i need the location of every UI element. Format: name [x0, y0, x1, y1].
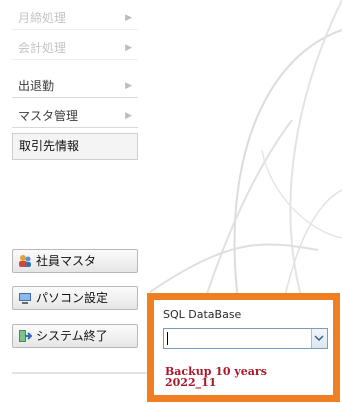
button-label: システム終了 — [36, 329, 108, 343]
app-window: 月締処理 ▶ 会計処理 ▶ 出退勤 ▶ マスタ管理 ▶ 取引先情報 社員マスタ — [0, 0, 342, 403]
chevron-right-icon: ▶ — [125, 13, 132, 23]
menu-item-label: 出退勤 — [18, 79, 55, 93]
button-label: 社員マスタ — [36, 254, 97, 268]
backup-note: Backup 10 years 2022_11 — [165, 366, 267, 388]
chevron-right-icon: ▶ — [125, 111, 132, 121]
dropdown-button[interactable] — [311, 329, 327, 348]
menu-item-attendance[interactable]: 出退勤 ▶ — [12, 74, 138, 98]
employee-master-button[interactable]: 社員マスタ — [12, 249, 138, 273]
menu-item-label: 取引先情報 — [19, 139, 80, 153]
database-select[interactable] — [163, 328, 328, 349]
people-icon — [19, 255, 31, 267]
text-caret — [167, 332, 168, 345]
menu-item-label: 会計処理 — [18, 41, 67, 55]
database-label: SQL DataBase — [163, 308, 242, 321]
menu-item-accounting[interactable]: 会計処理 ▶ — [12, 36, 138, 60]
pc-settings-button[interactable]: パソコン設定 — [12, 286, 138, 310]
chevron-right-icon: ▶ — [125, 43, 132, 53]
exit-icon — [19, 330, 32, 342]
menu-item-label: マスタ管理 — [18, 109, 79, 123]
menu-item-client-info[interactable]: 取引先情報 — [12, 133, 138, 160]
backup-note-line2: 2022_11 — [165, 376, 217, 389]
chevron-right-icon: ▶ — [125, 81, 132, 91]
system-exit-button[interactable]: システム終了 — [12, 324, 138, 348]
button-label: パソコン設定 — [36, 291, 109, 305]
monitor-icon — [19, 293, 31, 304]
menu-item-label: 月締処理 — [18, 11, 67, 25]
menu-item-monthly-closing[interactable]: 月締処理 ▶ — [12, 6, 138, 30]
menu-item-master-management[interactable]: マスタ管理 ▶ — [12, 104, 138, 128]
chevron-down-icon — [314, 335, 324, 342]
